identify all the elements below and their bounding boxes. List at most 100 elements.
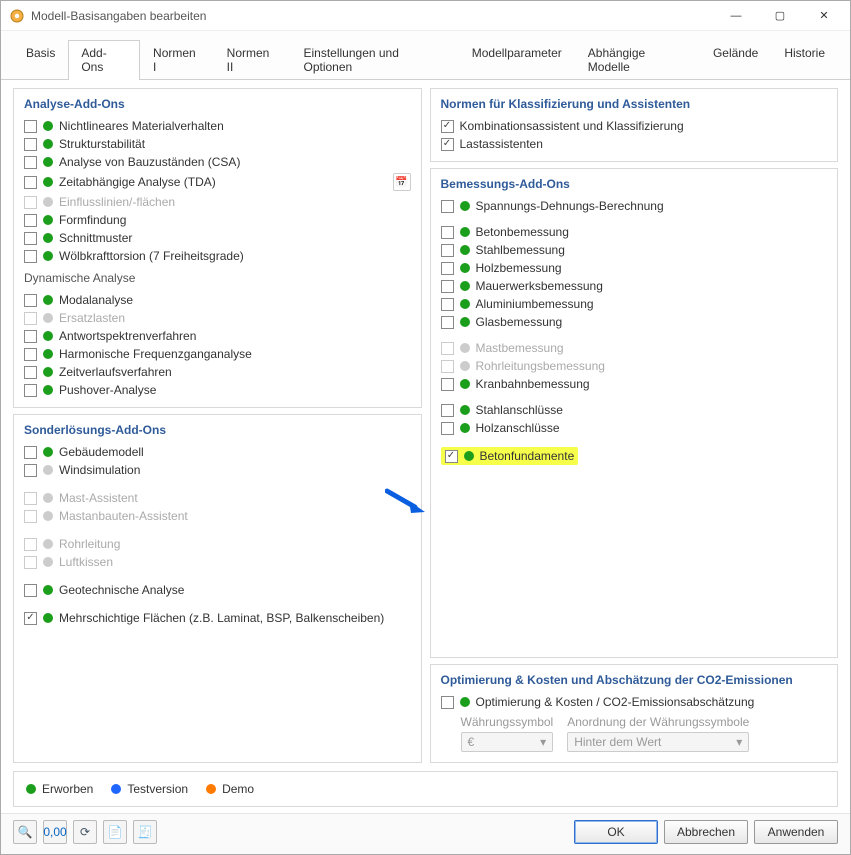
row-crane-design: Kranbahnbemessung — [441, 375, 828, 393]
checkbox[interactable] — [445, 450, 458, 463]
refresh-icon[interactable]: ⟳ — [73, 820, 97, 844]
row-harmonic: Harmonische Frequenzganganalyse — [24, 345, 411, 363]
status-dot-icon — [43, 215, 53, 225]
checkbox[interactable] — [24, 176, 37, 189]
row-piping: Rohrleitung — [24, 535, 411, 553]
checkbox[interactable] — [24, 156, 37, 169]
report-icon[interactable]: 🧾 — [133, 820, 157, 844]
checkbox[interactable] — [24, 464, 37, 477]
status-dot-icon — [43, 313, 53, 323]
window-title: Modell-Basisangaben bearbeiten — [31, 9, 714, 23]
tab-add-ons[interactable]: Add-Ons — [68, 40, 140, 80]
label: Mastbemessung — [476, 341, 564, 355]
status-dot-icon — [43, 233, 53, 243]
label: Windsimulation — [59, 463, 140, 477]
label: Zeitverlaufsverfahren — [59, 365, 172, 379]
units-icon[interactable]: 0,00 — [43, 820, 67, 844]
checkbox[interactable] — [441, 200, 454, 213]
checkbox — [24, 510, 37, 523]
checkbox[interactable] — [24, 384, 37, 397]
checkbox[interactable] — [24, 214, 37, 227]
dialog-window: Modell-Basisangaben bearbeiten — ▢ ✕ Bas… — [0, 0, 851, 855]
label: Stahlanschlüsse — [476, 403, 563, 417]
checkbox[interactable] — [441, 422, 454, 435]
row-timber-joints: Holzanschlüsse — [441, 419, 828, 437]
checkbox[interactable] — [441, 378, 454, 391]
label: Rohrleitung — [59, 537, 120, 551]
panel-design-addons: Bemessungs-Add-Ons Spannungs-Dehnungs-Be… — [430, 168, 839, 658]
tab-terrain[interactable]: Gelände — [700, 40, 771, 80]
checkbox[interactable] — [24, 348, 37, 361]
row-influence-lines: Einflusslinien/-flächen — [24, 193, 411, 211]
tab-normen-2[interactable]: Normen II — [214, 40, 291, 80]
checkbox[interactable] — [24, 294, 37, 307]
checkbox — [441, 360, 454, 373]
close-button[interactable]: ✕ — [802, 2, 846, 30]
help-icon[interactable]: 🔍 — [13, 820, 37, 844]
status-dot-icon — [460, 263, 470, 273]
checkbox[interactable] — [24, 330, 37, 343]
checkbox[interactable] — [24, 612, 37, 625]
checkbox[interactable] — [24, 120, 37, 133]
label: Lastassistenten — [460, 137, 543, 151]
tab-history[interactable]: Historie — [771, 40, 838, 80]
panel-title-analysis: Analyse-Add-Ons — [24, 97, 411, 111]
checkbox[interactable] — [441, 138, 454, 151]
apply-button[interactable]: Anwenden — [754, 820, 838, 844]
currency-symbol-select[interactable]: € ▾ — [461, 732, 554, 752]
status-dot-icon — [460, 245, 470, 255]
titlebar: Modell-Basisangaben bearbeiten — ▢ ✕ — [1, 1, 850, 31]
checkbox[interactable] — [441, 244, 454, 257]
cancel-button[interactable]: Abbrechen — [664, 820, 748, 844]
tab-dependent-models[interactable]: Abhängige Modelle — [575, 40, 700, 80]
tab-modelparams[interactable]: Modellparameter — [459, 40, 575, 80]
currency-order-select[interactable]: Hinter dem Wert ▾ — [567, 732, 749, 752]
checkbox[interactable] — [24, 138, 37, 151]
status-dot-icon — [43, 367, 53, 377]
checkbox[interactable] — [441, 120, 454, 133]
checkbox[interactable] — [441, 280, 454, 293]
checkbox[interactable] — [441, 696, 454, 709]
checkbox[interactable] — [24, 366, 37, 379]
row-building-model: Gebäudemodell — [24, 443, 411, 461]
row-wind-sim: Windsimulation — [24, 461, 411, 479]
checkbox[interactable] — [24, 584, 37, 597]
ok-button[interactable]: OK — [574, 820, 658, 844]
status-dot-icon — [460, 361, 470, 371]
row-opt-cost-co2: Optimierung & Kosten / CO2-Emissionsabsc… — [441, 693, 828, 711]
row-form-finding: Formfindung — [24, 211, 411, 229]
maximize-button[interactable]: ▢ — [758, 2, 802, 30]
checkbox[interactable] — [441, 262, 454, 275]
calendar-icon[interactable]: 📅 — [393, 173, 411, 191]
checkbox[interactable] — [24, 232, 37, 245]
checkbox[interactable] — [24, 250, 37, 263]
row-masonry-design: Mauerwerksbemessung — [441, 277, 828, 295]
checkbox[interactable] — [441, 298, 454, 311]
checkbox[interactable] — [441, 316, 454, 329]
row-piping-design: Rohrleitungsbemessung — [441, 357, 828, 375]
minimize-button[interactable]: — — [714, 2, 758, 30]
row-mast-design: Mastbemessung — [441, 339, 828, 357]
row-mast-assistant: Mast-Assistent — [24, 489, 411, 507]
export-icon[interactable]: 📄 — [103, 820, 127, 844]
row-multilayer-surfaces: Mehrschichtige Flächen (z.B. Laminat, BS… — [24, 609, 411, 627]
tab-normen-1[interactable]: Normen I — [140, 40, 214, 80]
row-time-history: Zeitverlaufsverfahren — [24, 363, 411, 381]
row-combination-assistant: Kombinationsassistent und Klassifizierun… — [441, 117, 828, 135]
panel-norms: Normen für Klassifizierung und Assistent… — [430, 88, 839, 162]
tab-basis[interactable]: Basis — [13, 40, 68, 80]
label: Einflusslinien/-flächen — [59, 195, 175, 209]
checkbox[interactable] — [441, 226, 454, 239]
checkbox — [441, 342, 454, 355]
label: Zeitabhängige Analyse (TDA) — [59, 175, 216, 189]
row-csa: Analyse von Bauzuständen (CSA) — [24, 153, 411, 171]
checkbox[interactable] — [441, 404, 454, 417]
label: Geotechnische Analyse — [59, 583, 184, 597]
row-warp-torsion: Wölbkrafttorsion (7 Freiheitsgrade) — [24, 247, 411, 265]
tab-settings[interactable]: Einstellungen und Optionen — [290, 40, 458, 80]
row-stress-strain: Spannungs-Dehnungs-Berechnung — [441, 197, 828, 215]
status-dot-icon — [43, 613, 53, 623]
row-steel-design: Stahlbemessung — [441, 241, 828, 259]
label: Spannungs-Dehnungs-Berechnung — [476, 199, 664, 213]
checkbox[interactable] — [24, 446, 37, 459]
